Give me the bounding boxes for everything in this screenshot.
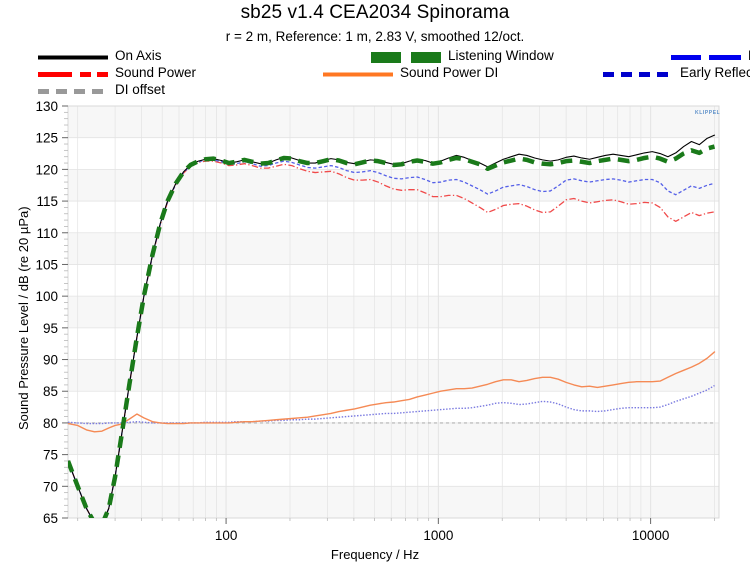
x-tick-label: 10000 [632, 528, 670, 543]
plot-band [68, 359, 719, 392]
y-tick-label: 65 [43, 511, 58, 526]
y-tick-label: 90 [43, 353, 58, 368]
klippel-watermark: KLIPPEL [695, 110, 721, 116]
y-tick-label: 100 [35, 289, 58, 304]
plot-band [68, 232, 719, 265]
spinorama-chart: sb25 v1.4 CEA2034 Spinorama r = 2 m, Ref… [0, 0, 750, 563]
y-tick-label: 110 [36, 226, 58, 241]
y-tick-label: 130 [35, 99, 58, 114]
plot-band [68, 169, 719, 202]
y-tick-label: 125 [35, 131, 58, 146]
plot-band [68, 422, 719, 455]
x-tick-label: 1000 [423, 528, 453, 543]
x-tick-label: 100 [215, 528, 238, 543]
y-tick-label: 75 [43, 448, 58, 463]
plot-area: 65 70 75 80 85 90 95 100 105 110 115 120 125 130 100 10… [35, 99, 720, 543]
plot-band [68, 486, 719, 518]
y-tick-label: 115 [36, 194, 58, 209]
plot-band [68, 296, 719, 328]
y-tick-label: 80 [43, 416, 58, 431]
y-tick-label: 105 [35, 257, 58, 272]
y-tick-label: 85 [43, 384, 58, 399]
y-tick-label: 95 [43, 321, 58, 336]
plot-band [68, 106, 719, 138]
y-tick-label: 120 [35, 162, 58, 177]
y-tick-label: 70 [43, 479, 58, 494]
